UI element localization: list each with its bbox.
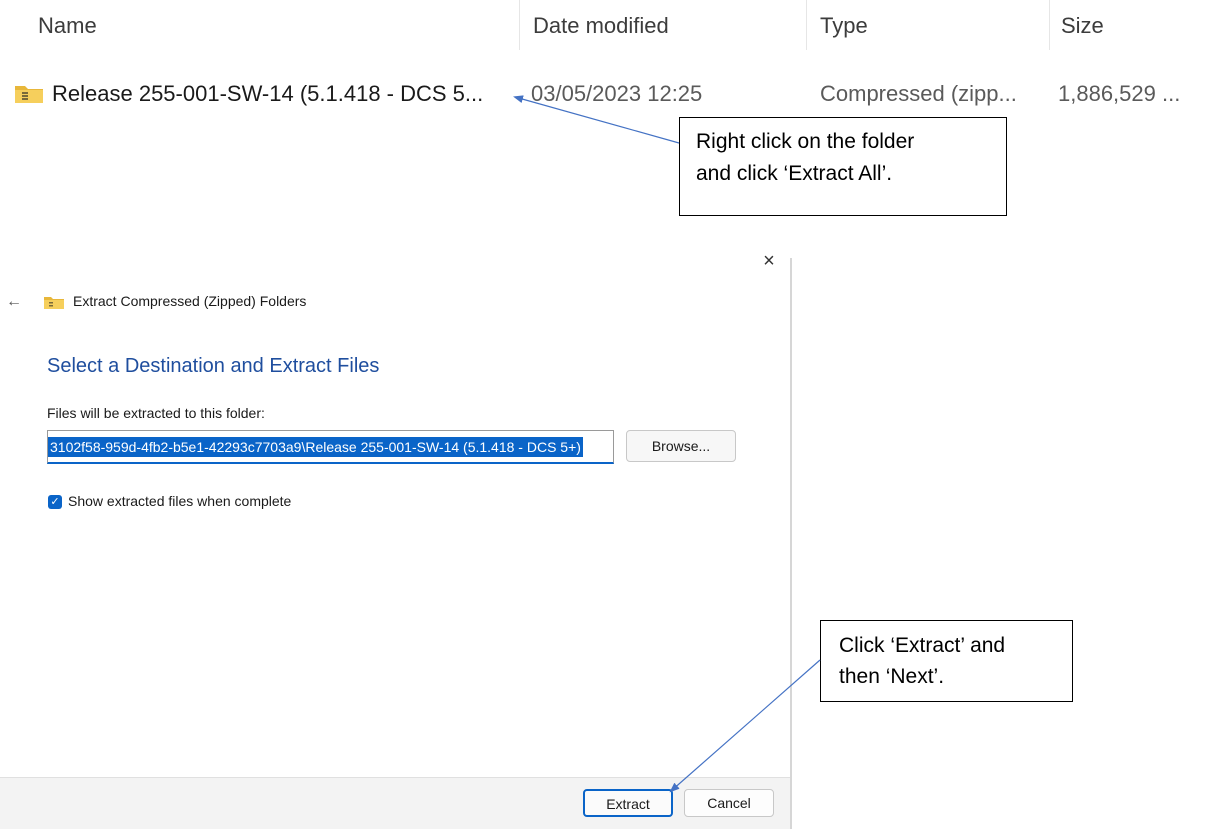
show-files-checkbox-label[interactable]: Show extracted files when complete [68, 493, 291, 509]
callout-line: Right click on the folder [696, 130, 915, 153]
column-header-type[interactable]: Type [820, 0, 868, 52]
column-divider[interactable] [1049, 0, 1050, 50]
dialog-border [790, 258, 792, 829]
file-size: 1,886,529 ... [1058, 81, 1181, 106]
zip-folder-icon [15, 86, 43, 103]
callout-line: then ‘Next’. [839, 665, 945, 688]
column-divider[interactable] [806, 0, 807, 50]
instruction-callout-extract-next: Click ‘Extract’ and then ‘Next’. [820, 620, 1073, 702]
column-divider[interactable] [519, 0, 520, 50]
show-files-checkbox[interactable]: ✓ [48, 495, 62, 509]
close-icon[interactable]: × [758, 250, 780, 272]
extract-dialog [0, 240, 792, 829]
browse-button[interactable]: Browse... [626, 430, 736, 462]
column-header-name[interactable]: Name [38, 0, 97, 52]
column-header-size[interactable]: Size [1061, 0, 1104, 52]
dialog-heading: Select a Destination and Extract Files [47, 355, 380, 377]
file-name[interactable]: Release 255-001-SW-14 (5.1.418 - DCS 5..… [52, 70, 483, 118]
instruction-callout-extract-all: Right click on the folder and click ‘Ext… [679, 117, 1007, 216]
file-date-modified: 03/05/2023 12:25 [531, 81, 703, 106]
destination-label: Files will be extracted to this folder: [47, 405, 265, 421]
column-header-date-modified[interactable]: Date modified [533, 0, 669, 52]
destination-path-text: 3102f58-959d-4fb2-b5e1-42293c7703a9\Rele… [48, 437, 583, 457]
callout-line: Click ‘Extract’ and [839, 634, 1006, 657]
callout-line: and click ‘Extract All’. [696, 162, 893, 185]
dialog-title: Extract Compressed (Zipped) Folders [73, 293, 307, 309]
extract-button[interactable]: Extract [583, 789, 673, 817]
back-arrow-icon[interactable]: ← [6, 293, 22, 311]
file-type: Compressed (zipp... [820, 81, 1017, 106]
destination-path-input[interactable]: 3102f58-959d-4fb2-b5e1-42293c7703a9\Rele… [47, 430, 614, 464]
zip-folder-icon [44, 297, 64, 309]
cancel-button[interactable]: Cancel [684, 789, 774, 817]
file-row[interactable]: Release 255-001-SW-14 (5.1.418 - DCS 5..… [0, 70, 1208, 118]
